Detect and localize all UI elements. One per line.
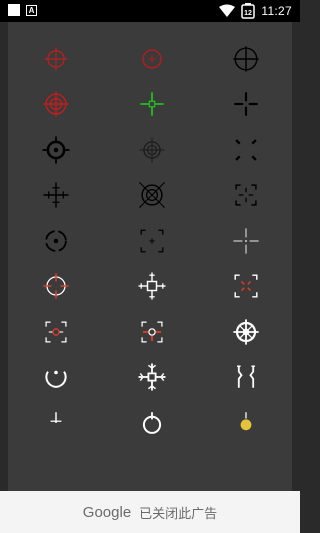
crosshair-option[interactable] <box>104 218 200 264</box>
crosshair-option[interactable] <box>104 355 200 401</box>
crosshair-white-partial-b-icon <box>142 411 162 434</box>
crosshair-option[interactable] <box>8 218 104 264</box>
square-icon <box>8 4 20 16</box>
status-bar: A 12 11:27 <box>0 0 300 22</box>
crosshair-option[interactable] <box>200 127 292 173</box>
crosshair-black-circle-icon <box>233 46 259 72</box>
crosshair-black-corner-dots-icon <box>235 139 257 161</box>
notification-icons: A <box>8 4 37 16</box>
crosshair-option[interactable] <box>8 173 104 219</box>
crosshair-option[interactable] <box>8 355 104 401</box>
crosshair-option[interactable] <box>200 264 292 310</box>
crosshair-option[interactable] <box>104 309 200 355</box>
crosshair-grid <box>8 36 292 446</box>
system-indicators: 12 11:27 <box>219 3 292 19</box>
ad-brand-label: Google <box>82 503 132 521</box>
crosshair-option[interactable] <box>200 36 292 82</box>
crosshair-black-bracket-icon <box>140 229 164 253</box>
crosshair-red-white-circle-icon <box>43 273 69 299</box>
status-time: 11:27 <box>261 4 292 18</box>
crosshair-red-circle-icon <box>142 49 162 69</box>
crosshair-selection-panel <box>8 22 292 533</box>
crosshair-black-scope-icon <box>139 182 165 209</box>
crosshair-red-thin-circle-icon <box>44 47 68 71</box>
crosshair-option[interactable] <box>200 218 292 264</box>
crosshair-option[interactable] <box>104 173 200 219</box>
crosshair-option[interactable] <box>104 36 200 82</box>
battery-level-text: 12 <box>244 10 252 17</box>
crosshair-white-thin-cross-icon <box>233 228 259 254</box>
crosshair-option[interactable] <box>200 82 292 128</box>
crosshair-black-dashed-box-icon <box>235 184 257 206</box>
crosshair-option[interactable] <box>8 264 104 310</box>
crosshair-white-arc-icon <box>45 370 67 389</box>
crosshair-dark-ring-icon <box>139 137 165 163</box>
crosshair-option[interactable] <box>200 400 292 446</box>
crosshair-red-white-bracket-icon <box>234 274 258 298</box>
crosshair-green-cross-icon <box>140 92 164 116</box>
crosshair-option[interactable] <box>8 36 104 82</box>
crosshair-black-dotted-ring-icon <box>45 229 67 252</box>
crosshair-black-bold-ring-icon <box>42 136 70 164</box>
crosshair-option[interactable] <box>104 400 200 446</box>
crosshair-option[interactable] <box>104 264 200 310</box>
crosshair-option[interactable] <box>8 400 104 446</box>
ad-closed-message: 已关闭此广告 <box>139 505 218 521</box>
crosshair-white-gear-icon <box>233 319 259 345</box>
crosshair-option[interactable] <box>104 127 200 173</box>
crosshair-option[interactable] <box>200 355 292 401</box>
crosshair-black-tactical-cross-icon <box>43 182 69 208</box>
crosshair-option[interactable] <box>104 82 200 128</box>
crosshair-red-white-dot-box-icon <box>141 321 163 343</box>
a-badge-icon: A <box>26 4 37 16</box>
crosshair-white-snowflake-icon <box>138 363 166 391</box>
ad-banner[interactable]: Google 已关闭此广告 <box>0 491 300 533</box>
crosshair-option[interactable] <box>8 309 104 355</box>
crosshair-option[interactable] <box>200 173 292 219</box>
crosshair-red-double-circle-icon <box>43 91 69 117</box>
crosshair-option[interactable] <box>8 127 104 173</box>
wifi-icon <box>219 4 236 17</box>
crosshair-white-snow-icon <box>138 272 166 300</box>
crosshair-white-partial-a-icon <box>50 411 62 423</box>
crosshair-option[interactable] <box>200 309 292 355</box>
crosshair-option[interactable] <box>8 82 104 128</box>
crosshair-black-cross-icon <box>234 92 258 116</box>
crosshair-red-white-box-icon <box>45 321 67 343</box>
crosshair-white-bracket-pair-icon <box>237 365 255 389</box>
crosshair-yellow-partial-icon <box>240 411 252 430</box>
battery-icon: 12 <box>241 3 256 19</box>
